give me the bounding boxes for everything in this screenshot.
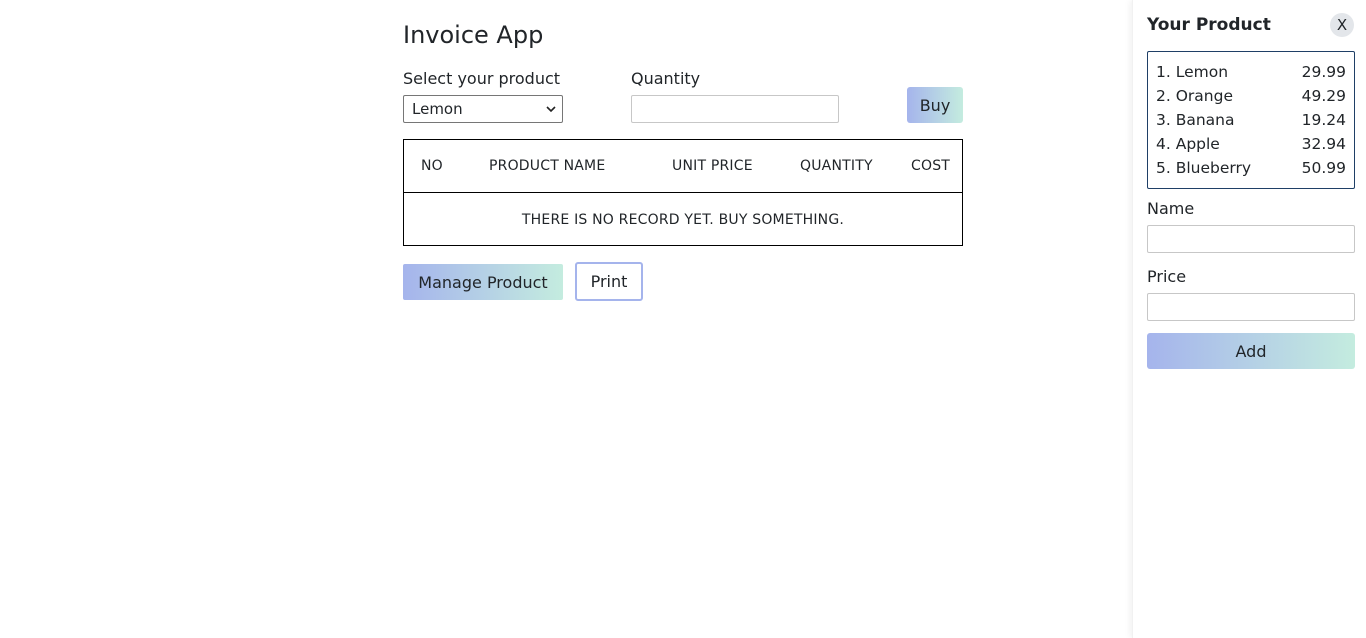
close-button[interactable]: X (1330, 13, 1354, 37)
header-no: NO (421, 158, 443, 174)
manage-product-button[interactable]: Manage Product (403, 264, 563, 300)
product-label: Select your product (403, 69, 561, 88)
price-input[interactable] (1147, 293, 1355, 321)
list-item: 2. Orange 49.29 (1156, 84, 1346, 108)
product-panel: Your Product X 1. Lemon 29.99 2. Orange … (1132, 0, 1366, 638)
panel-title: Your Product (1147, 15, 1271, 35)
quantity-input[interactable] (631, 95, 839, 123)
header-unit-price: UNIT PRICE (672, 158, 753, 174)
product-select[interactable]: Lemon (403, 95, 563, 123)
print-button[interactable]: Print (575, 262, 643, 301)
product-price: 49.29 (1301, 87, 1346, 105)
product-list: 1. Lemon 29.99 2. Orange 49.29 3. Banana… (1147, 51, 1355, 189)
product-price: 50.99 (1301, 159, 1346, 177)
list-item: 3. Banana 19.24 (1156, 108, 1346, 132)
list-item: 5. Blueberry 50.99 (1156, 156, 1346, 180)
product-price: 19.24 (1301, 111, 1346, 129)
chevron-down-icon (546, 106, 556, 113)
buy-button[interactable]: Buy (907, 87, 963, 123)
name-label: Name (1147, 199, 1195, 218)
name-input[interactable] (1147, 225, 1355, 253)
product-name: 2. Orange (1156, 87, 1233, 105)
page-title: Invoice App (403, 21, 544, 49)
product-name: 3. Banana (1156, 111, 1235, 129)
product-select-value: Lemon (412, 100, 463, 118)
list-item: 4. Apple 32.94 (1156, 132, 1346, 156)
add-button[interactable]: Add (1147, 333, 1355, 369)
product-price: 32.94 (1301, 135, 1346, 153)
product-price: 29.99 (1301, 63, 1346, 81)
invoice-table: NO PRODUCT NAME UNIT PRICE QUANTITY COST… (403, 139, 963, 246)
header-product-name: PRODUCT NAME (489, 158, 606, 174)
list-item: 1. Lemon 29.99 (1156, 60, 1346, 84)
product-name: 4. Apple (1156, 135, 1220, 153)
table-empty-message: THERE IS NO RECORD YET. BUY SOMETHING. (521, 211, 845, 228)
header-cost: COST (911, 158, 951, 174)
header-quantity: QUANTITY (800, 158, 873, 174)
table-header: NO PRODUCT NAME UNIT PRICE QUANTITY COST (404, 140, 962, 193)
product-name: 1. Lemon (1156, 63, 1229, 81)
quantity-label: Quantity (631, 69, 701, 88)
product-name: 5. Blueberry (1156, 159, 1252, 177)
price-label: Price (1147, 267, 1187, 286)
